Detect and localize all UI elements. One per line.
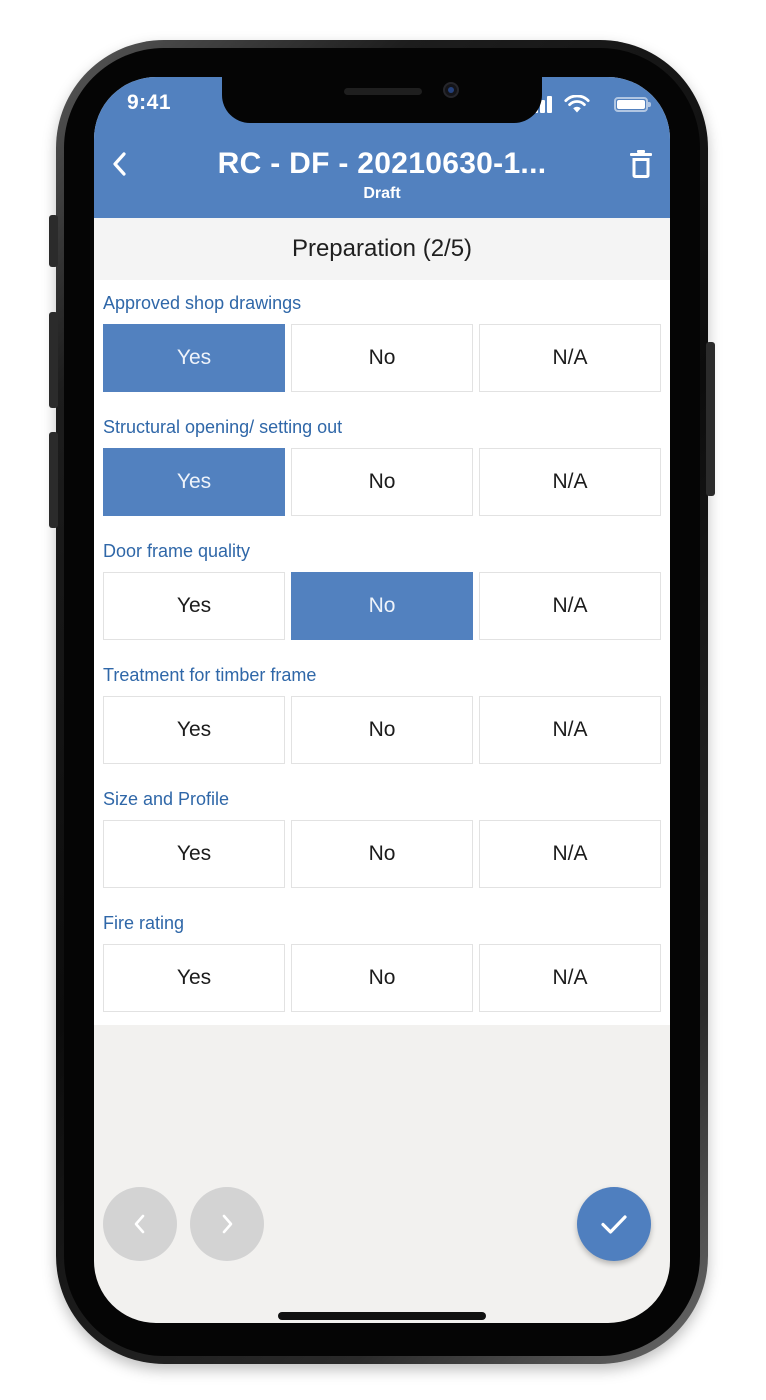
- na-option-button[interactable]: N/A: [479, 572, 661, 640]
- no-option-button[interactable]: No: [291, 572, 473, 640]
- volume-down-button: [49, 432, 58, 528]
- no-option-button[interactable]: No: [291, 324, 473, 392]
- no-option-button[interactable]: No: [291, 944, 473, 1012]
- question-label: Fire rating: [103, 913, 185, 933]
- front-camera: [443, 82, 459, 98]
- no-option-button[interactable]: No: [291, 696, 473, 764]
- question-treatment-timber-frame: Treatment for timber frame Yes No N/A: [103, 652, 661, 764]
- wifi-icon: [564, 95, 590, 113]
- question-label: Approved shop drawings: [103, 293, 302, 313]
- question-label: Structural opening/ setting out: [103, 417, 343, 437]
- question-label: Treatment for timber frame: [103, 665, 317, 685]
- yes-option-button[interactable]: Yes: [103, 696, 285, 764]
- question-label: Size and Profile: [103, 789, 230, 809]
- volume-up-button: [49, 312, 58, 408]
- checklist-form: Approved shop drawings Yes No N/A Struct…: [94, 280, 670, 1025]
- yes-option-button[interactable]: Yes: [103, 820, 285, 888]
- page-title: RC - DF - 20210630-1...: [217, 147, 547, 180]
- previous-section-button[interactable]: [103, 1187, 177, 1261]
- done-button[interactable]: [577, 1187, 651, 1261]
- section-title: Preparation (2/5): [94, 218, 670, 280]
- check-icon: [601, 1215, 627, 1234]
- chevron-right-icon: [222, 1214, 233, 1234]
- back-chevron-icon[interactable]: [110, 151, 130, 177]
- question-size-and-profile: Size and Profile Yes No N/A: [103, 776, 661, 888]
- na-option-button[interactable]: N/A: [479, 448, 661, 516]
- page-subtitle: Draft: [363, 185, 401, 202]
- chevron-left-icon: [134, 1214, 145, 1234]
- question-label: Door frame quality: [103, 541, 251, 561]
- status-time: 9:41: [127, 91, 172, 114]
- na-option-button[interactable]: N/A: [479, 944, 661, 1012]
- silent-switch: [49, 215, 58, 267]
- battery-icon: [614, 97, 651, 112]
- na-option-button[interactable]: N/A: [479, 324, 661, 392]
- notch: [222, 77, 542, 123]
- home-indicator: [278, 1312, 486, 1320]
- question-fire-rating: Fire rating Yes No N/A: [103, 900, 661, 1012]
- yes-option-button[interactable]: Yes: [103, 572, 285, 640]
- no-option-button[interactable]: No: [291, 820, 473, 888]
- yes-option-button[interactable]: Yes: [103, 448, 285, 516]
- no-option-button[interactable]: No: [291, 448, 473, 516]
- question-approved-shop-drawings: Approved shop drawings Yes No N/A: [103, 280, 661, 392]
- na-option-button[interactable]: N/A: [479, 696, 661, 764]
- next-section-button[interactable]: [190, 1187, 264, 1261]
- earpiece-speaker: [344, 88, 422, 95]
- na-option-button[interactable]: N/A: [479, 820, 661, 888]
- screen: 9:41 RC - DF - 20210630-1... Draft Prepa…: [94, 77, 670, 1323]
- trash-icon[interactable]: [629, 149, 653, 179]
- question-door-frame-quality: Door frame quality Yes No N/A: [103, 528, 661, 640]
- yes-option-button[interactable]: Yes: [103, 944, 285, 1012]
- question-structural-opening: Structural opening/ setting out Yes No N…: [103, 404, 661, 516]
- yes-option-button[interactable]: Yes: [103, 324, 285, 392]
- power-button: [706, 342, 715, 496]
